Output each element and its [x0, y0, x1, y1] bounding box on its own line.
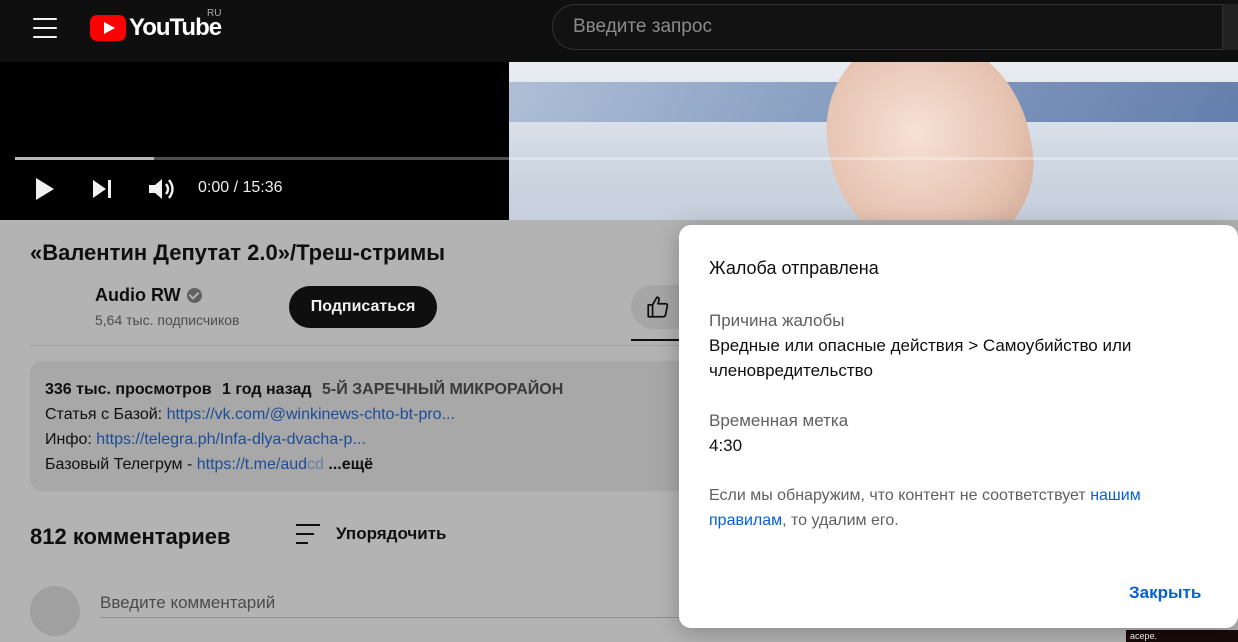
- divider: [30, 345, 680, 346]
- play-icon[interactable]: [30, 175, 58, 203]
- next-icon[interactable]: [88, 175, 116, 203]
- thumbs-up-icon: [647, 296, 669, 318]
- description-box[interactable]: 336 тыс. просмотров 1 год назад 5-Й ЗАРЕ…: [30, 361, 690, 491]
- comment-input[interactable]: [100, 588, 680, 618]
- description-line: Статья с Базой: https://vk.com/@winkinew…: [45, 402, 675, 427]
- reason-value: Вредные или опасные действия > Самоубийс…: [709, 336, 1132, 380]
- progress-played: [15, 157, 155, 160]
- progress-bar[interactable]: [15, 157, 1238, 160]
- show-more-button[interactable]: ...ещё: [328, 456, 373, 473]
- line-prefix: Инфо:: [45, 431, 97, 448]
- time-display: 0:00 / 15:36: [198, 179, 283, 196]
- search-input[interactable]: [573, 16, 1213, 38]
- top-bar: YouTube RU: [0, 0, 1238, 62]
- comments-count: 812 комментариев: [30, 524, 231, 549]
- upload-age: 1 год назад: [222, 381, 312, 398]
- telegraph-link[interactable]: https://telegra.ph/Infa-dlya-dvacha-p...: [96, 431, 365, 448]
- timestamp-label: Временная метка: [709, 411, 849, 430]
- search-box: [552, 4, 1238, 50]
- volume-icon[interactable]: [146, 175, 176, 203]
- policy-note: Если мы обнаружим, что контент не соотве…: [709, 483, 1189, 533]
- video-player[interactable]: 0:00 / 15:36: [0, 62, 1238, 220]
- region-code: RU: [207, 8, 222, 19]
- subscriber-count: 5,64 тыс. подписчиков: [95, 312, 240, 328]
- telegram-link[interactable]: https://t.me/audcd: [197, 456, 324, 473]
- channel-name[interactable]: Audio RW: [95, 285, 202, 306]
- video-title: «Валентин Депутат 2.0»/Треш-стримы: [30, 240, 446, 265]
- thumbnail-corner[interactable]: acepe.: [1126, 630, 1238, 642]
- search-button[interactable]: [1222, 4, 1238, 50]
- timestamp-value: 4:30: [709, 436, 743, 455]
- line-prefix: Статья с Базой:: [45, 406, 167, 423]
- note-suffix: , то удалим его.: [782, 512, 899, 529]
- note-prefix: Если мы обнаружим, что контент не соотве…: [709, 487, 1091, 504]
- verified-icon: [186, 288, 202, 303]
- dialog-title: Жалоба отправлена: [709, 258, 879, 278]
- channel-avatar[interactable]: [30, 284, 78, 332]
- youtube-logo-icon: [90, 15, 126, 41]
- youtube-logo[interactable]: YouTube: [90, 14, 222, 42]
- line-prefix: Базовый Телегрум -: [45, 456, 197, 473]
- sort-icon: [296, 524, 320, 544]
- reason-label: Причина жалобы: [709, 311, 845, 330]
- description-line: Базовый Телегрум - https://t.me/audcd ..…: [45, 452, 675, 477]
- description-line: Инфо: https://telegra.ph/Infa-dlya-dvach…: [45, 427, 675, 452]
- description-meta: 336 тыс. просмотров 1 год назад 5-Й ЗАРЕ…: [45, 377, 675, 402]
- user-avatar: [30, 586, 80, 636]
- menu-icon[interactable]: [22, 14, 68, 42]
- close-button[interactable]: Закрыть: [1129, 583, 1201, 603]
- sort-label: Упорядочить: [336, 524, 447, 543]
- report-confirmation-dialog: Жалоба отправлена Причина жалобы Вредные…: [679, 225, 1238, 628]
- telegram-link-text: https://t.me/aud: [196, 456, 308, 473]
- video-frame: [509, 62, 1238, 220]
- telegram-link-fade: cd: [307, 456, 324, 473]
- subscribe-button[interactable]: Подписаться: [289, 286, 437, 328]
- view-count: 336 тыс. просмотров: [45, 381, 212, 398]
- vk-link[interactable]: https://vk.com/@winkinews-chto-bt-pro...: [167, 406, 455, 423]
- sort-button[interactable]: Упорядочить: [296, 524, 447, 544]
- channel-name-text: Audio RW: [95, 285, 181, 305]
- location-tag[interactable]: 5-Й ЗАРЕЧНЫЙ МИКРОРАЙОН: [322, 381, 563, 398]
